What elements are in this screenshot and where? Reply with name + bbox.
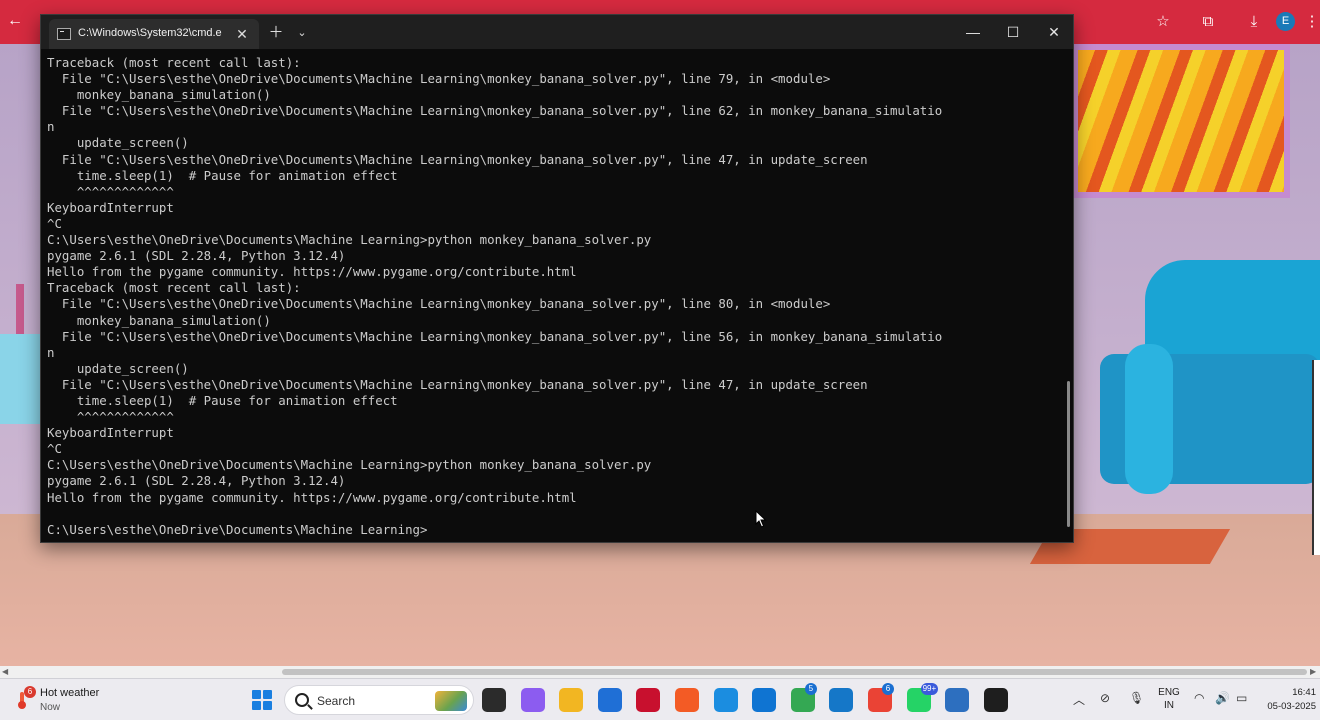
page-horizontal-scrollbar[interactable]: ◀ ▶	[0, 666, 1320, 678]
language-region: IN	[1164, 700, 1174, 711]
console-line: time.sleep(1) # Pause for animation effe…	[47, 167, 398, 183]
weather-badge: 6	[24, 686, 36, 698]
windows-logo-icon	[252, 690, 261, 699]
console-line: Hello from the pygame community. https:/…	[47, 264, 577, 280]
console-line: C:\Users\esthe\OneDrive\Documents\Machin…	[47, 457, 652, 473]
windows-taskbar: 6 Hot weather Now Search 5 6 99+ ︿ ⊘ 🎙 ENG…	[0, 678, 1320, 720]
tab-dropdown-icon[interactable]: ⌄	[292, 23, 312, 43]
console-line: n	[47, 119, 55, 135]
cmd-icon	[57, 28, 71, 40]
app-notification-badge: 5	[804, 683, 817, 695]
battery-icon[interactable]: ▭	[1236, 691, 1247, 705]
terminal-titlebar[interactable]: C:\Windows\System32\cmd.e ✕ ＋ ⌄ — ☐ ✕	[41, 15, 1073, 49]
edge-dev-icon[interactable]	[752, 688, 777, 712]
file-explorer-icon[interactable]	[559, 688, 584, 712]
tab-close-icon[interactable]: ✕	[233, 25, 251, 43]
console-line: ^C	[47, 215, 62, 231]
extensions-icon[interactable]: ⧉	[1198, 12, 1218, 32]
console-line: pygame 2.6.1 (SDL 2.28.4, Python 3.12.4)	[47, 248, 346, 264]
console-line: File "C:\Users\esthe\OneDrive\Documents\…	[47, 151, 868, 167]
volume-icon[interactable]: 🔊	[1215, 691, 1230, 705]
close-icon[interactable]: ✕	[1039, 21, 1069, 43]
copilot-icon[interactable]	[520, 688, 545, 712]
download-icon[interactable]: ⤓	[1244, 12, 1264, 32]
scene-sofa-arm	[1125, 344, 1173, 494]
system-clock[interactable]: 16:41 05-03-2025	[1260, 686, 1320, 714]
new-tab-icon[interactable]: ＋	[266, 23, 286, 43]
minimize-icon[interactable]: —	[958, 21, 988, 43]
terminal-scrollbar[interactable]	[1067, 381, 1070, 527]
microsoft-store-icon[interactable]	[597, 688, 622, 712]
weather-title: Hot weather	[40, 687, 100, 699]
clock-date: 05-03-2025	[1267, 701, 1316, 712]
console-line: ^^^^^^^^^^^^^	[47, 183, 174, 199]
vscode-icon[interactable]	[829, 688, 854, 712]
console-line: C:\Users\esthe\OneDrive\Documents\Machin…	[47, 232, 652, 248]
scrollbar-thumb[interactable]	[282, 669, 1307, 675]
bookmark-star-icon[interactable]: ☆	[1153, 12, 1173, 32]
app-notification-badge: 99+	[920, 683, 939, 695]
network-off-icon[interactable]: ⊘	[1100, 691, 1110, 705]
weather-subtitle: Now	[40, 702, 61, 713]
show-hidden-icons-icon[interactable]: ︿	[1073, 691, 1085, 708]
console-line: update_screen()	[47, 135, 189, 151]
console-line: File "C:\Users\esthe\OneDrive\Documents\…	[47, 328, 943, 344]
file-manager-icon[interactable]	[482, 688, 506, 712]
console-line: KeyboardInterrupt	[47, 425, 174, 441]
page-side-toolbar[interactable]	[1312, 360, 1320, 555]
taskbar-search[interactable]: Search	[284, 685, 474, 715]
app-notification-badge: 6	[882, 683, 894, 695]
console-line: Traceback (most recent call last):	[47, 280, 301, 296]
scroll-right-icon[interactable]: ▶	[1310, 667, 1316, 676]
microphone-icon[interactable]: 🎙	[1129, 691, 1144, 705]
scroll-left-icon[interactable]: ◀	[2, 667, 8, 676]
console-line: n	[47, 344, 55, 360]
console-line: Hello from the pygame community. https:/…	[47, 489, 577, 505]
mouse-pointer-icon	[755, 510, 767, 528]
mcafee-icon[interactable]	[636, 688, 661, 712]
console-line: update_screen()	[47, 360, 189, 376]
language-indicator[interactable]: ENG IN	[1156, 686, 1182, 712]
brave-browser-icon[interactable]	[675, 688, 699, 712]
console-line: File "C:\Users\esthe\OneDrive\Documents\…	[47, 103, 943, 119]
edge-browser-icon[interactable]	[713, 688, 738, 712]
browser-menu-icon[interactable]: ⋮	[1302, 12, 1320, 32]
profile-avatar[interactable]: E	[1276, 12, 1295, 31]
search-placeholder: Search	[317, 694, 356, 708]
console-line: ^C	[47, 441, 62, 457]
wifi-icon[interactable]: ◠	[1194, 691, 1204, 705]
command-prompt[interactable]: C:\Users\esthe\OneDrive\Documents\Machin…	[47, 522, 1065, 537]
terminal-tab[interactable]: C:\Windows\System32\cmd.e ✕	[49, 19, 259, 49]
terminal-window[interactable]: C:\Windows\System32\cmd.e ✕ ＋ ⌄ — ☐ ✕ Tr…	[40, 14, 1074, 543]
search-highlight-image	[435, 691, 467, 711]
console-line: monkey_banana_simulation()	[47, 87, 271, 103]
notepad-icon[interactable]	[945, 688, 970, 712]
terminal-output[interactable]: Traceback (most recent call last): File …	[47, 55, 1065, 537]
console-line: Traceback (most recent call last):	[47, 55, 301, 70]
console-line: ^^^^^^^^^^^^^	[47, 409, 174, 425]
search-icon	[295, 693, 309, 707]
console-line: pygame 2.6.1 (SDL 2.28.4, Python 3.12.4)	[47, 473, 346, 489]
console-line: File "C:\Users\esthe\OneDrive\Documents\…	[47, 71, 831, 87]
clock-time: 16:41	[1292, 687, 1316, 698]
scene-window-panel	[0, 334, 40, 424]
maximize-icon[interactable]: ☐	[998, 21, 1028, 43]
console-line: monkey_banana_simulation()	[47, 312, 271, 328]
console-line: File "C:\Users\esthe\OneDrive\Documents\…	[47, 376, 868, 392]
console-line: File "C:\Users\esthe\OneDrive\Documents\…	[47, 296, 831, 312]
start-button[interactable]	[252, 690, 272, 710]
console-line: KeyboardInterrupt	[47, 199, 174, 215]
browser-back-icon[interactable]: ←	[6, 12, 24, 30]
terminal-icon[interactable]	[983, 688, 1008, 712]
language-code: ENG	[1158, 687, 1180, 698]
scene-painting	[1072, 44, 1290, 198]
tab-title: C:\Windows\System32\cmd.e	[78, 27, 222, 39]
console-line: time.sleep(1) # Pause for animation effe…	[47, 392, 398, 408]
